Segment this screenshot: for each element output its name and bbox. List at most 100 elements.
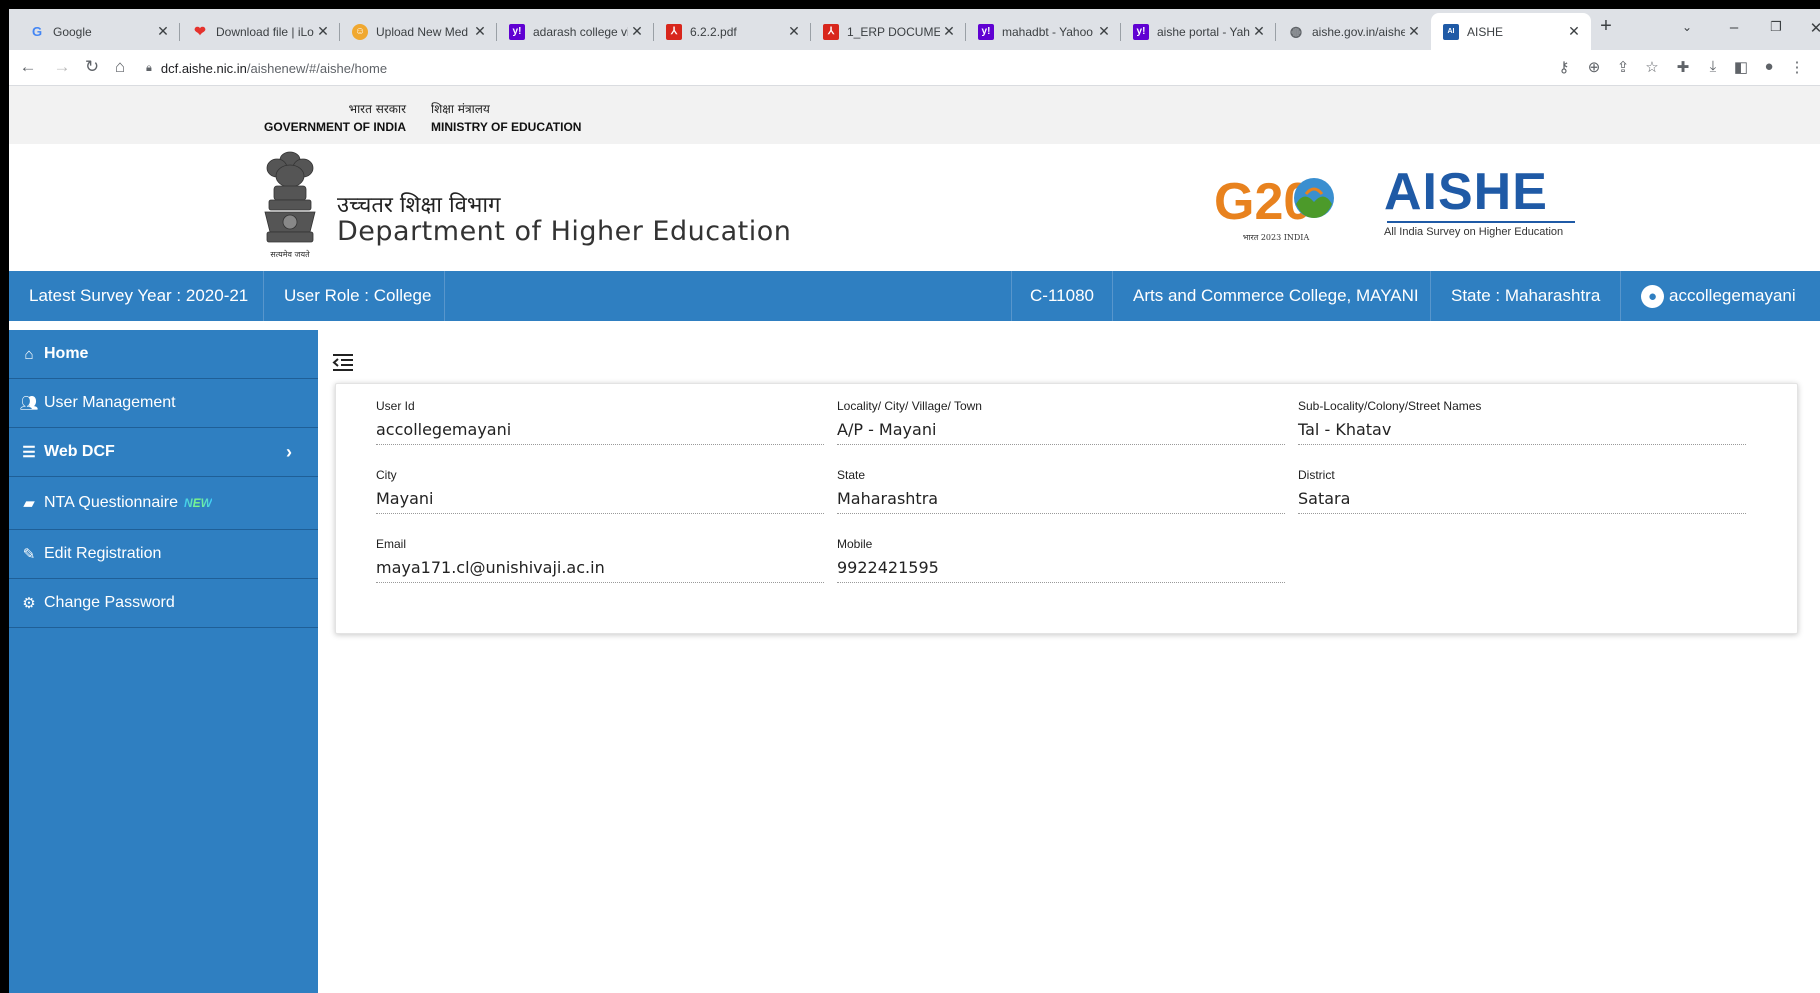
aishe-logo-subtitle: All India Survey on Higher Education bbox=[1384, 226, 1564, 238]
ministry-hindi: शिक्षा मंत्रालय bbox=[431, 102, 490, 116]
close-icon[interactable]: ✕ bbox=[940, 23, 958, 40]
profile-icon[interactable]: ● bbox=[1759, 58, 1779, 75]
close-icon[interactable]: ✕ bbox=[1250, 23, 1268, 40]
close-icon[interactable]: ✕ bbox=[314, 23, 332, 40]
comment-icon: ▰ bbox=[23, 495, 35, 512]
close-window-button[interactable]: ✕ bbox=[1806, 19, 1820, 37]
sidebar: ⌂ Home 👥︎ User Management ☰ Web DCF › ▰ … bbox=[9, 330, 318, 993]
close-icon[interactable]: ✕ bbox=[1565, 23, 1583, 40]
field-value: accollegemayani bbox=[376, 420, 824, 445]
field-email: Email maya171.cl@unishivaji.ac.in bbox=[376, 537, 824, 583]
close-icon[interactable]: ✕ bbox=[471, 23, 489, 40]
state-label: State : Maharashtra bbox=[1431, 271, 1621, 321]
field-user-id: User Id accollegemayani bbox=[376, 399, 824, 445]
field-district: District Satara bbox=[1298, 468, 1746, 514]
field-label: User Id bbox=[376, 399, 415, 413]
department-english: Department of Higher Education bbox=[337, 216, 792, 247]
sidepanel-icon[interactable]: ◧ bbox=[1731, 58, 1751, 76]
new-tab-button[interactable]: + bbox=[1596, 15, 1616, 38]
tab-google[interactable]: G Google ✕ bbox=[17, 13, 180, 50]
share-icon[interactable]: ⇪ bbox=[1613, 58, 1633, 76]
field-value: A/P - Mayani bbox=[837, 420, 1285, 445]
field-state: State Maharashtra bbox=[837, 468, 1285, 514]
close-icon[interactable]: ✕ bbox=[1095, 23, 1113, 40]
aishe-logo-underline bbox=[1387, 221, 1575, 223]
g20-logo: G20 भारत 2023 INDIA bbox=[1214, 173, 1334, 242]
sidebar-item-user-management[interactable]: 👥︎ User Management bbox=[9, 379, 318, 428]
cogs-icon: ⚙ bbox=[22, 595, 36, 612]
extensions-icon[interactable]: ✚ bbox=[1673, 58, 1693, 76]
sidebar-item-home[interactable]: ⌂ Home bbox=[9, 330, 318, 379]
close-icon[interactable]: ✕ bbox=[785, 23, 803, 40]
address-bar[interactable]: 🔒︎ dcf.aishe.nic.in/aishenew/#/aishe/hom… bbox=[146, 55, 1546, 81]
user-circle-icon: ● bbox=[1641, 284, 1664, 308]
minimize-button[interactable]: – bbox=[1724, 19, 1744, 36]
yahoo-icon: y! bbox=[978, 23, 994, 40]
info-bar: Latest Survey Year : 2020-21 User Role :… bbox=[9, 271, 1820, 321]
field-city: City Mayani bbox=[376, 468, 824, 514]
tab-upload-media[interactable]: ☺ Upload New Med ✕ bbox=[340, 13, 497, 50]
tab-label: aishe.gov.in/aishe bbox=[1312, 24, 1405, 39]
field-label: Sub-Locality/Colony/Street Names bbox=[1298, 399, 1482, 413]
sidebar-item-edit-registration[interactable]: ✎ Edit Registration bbox=[9, 530, 318, 579]
sidebar-item-nta-questionnaire[interactable]: ▰ NTA Questionnaire NEW bbox=[9, 477, 318, 530]
field-value: maya171.cl@unishivaji.ac.in bbox=[376, 558, 824, 583]
menu-icon[interactable]: ⋮ bbox=[1787, 58, 1807, 76]
wordpress-icon: ☺ bbox=[352, 23, 368, 40]
field-label: Email bbox=[376, 537, 407, 551]
tab-aishe-portal[interactable]: y! aishe portal - Yah ✕ bbox=[1121, 13, 1276, 50]
tab-search-icon[interactable]: ⌄ bbox=[1677, 20, 1697, 34]
field-label: State bbox=[837, 468, 866, 482]
close-icon[interactable]: ✕ bbox=[1405, 23, 1423, 40]
govt-english: GOVERNMENT OF INDIA bbox=[263, 120, 406, 134]
tab-erp-document[interactable]: ⅄ 1_ERP DOCUMEN ✕ bbox=[811, 13, 966, 50]
tab-label: Upload New Med bbox=[376, 24, 469, 39]
zoom-icon[interactable]: ⊕ bbox=[1584, 58, 1604, 76]
sidebar-toggle-icon[interactable] bbox=[331, 351, 355, 375]
sidebar-item-web-dcf[interactable]: ☰ Web DCF › bbox=[9, 428, 318, 477]
aishe-icon: AI bbox=[1443, 23, 1459, 40]
tab-label: mahadbt - Yahoo bbox=[1002, 24, 1093, 39]
sidebar-item-label: Home bbox=[44, 345, 89, 362]
tab-adarash-college[interactable]: y! adarash college vi ✕ bbox=[497, 13, 654, 50]
restore-button[interactable]: ❐ bbox=[1766, 19, 1786, 35]
sidebar-item-change-password[interactable]: ⚙ Change Password bbox=[9, 579, 318, 628]
field-label: Mobile bbox=[837, 537, 873, 551]
tab-622-pdf[interactable]: ⅄ 6.2.2.pdf ✕ bbox=[654, 13, 811, 50]
field-value: Mayani bbox=[376, 489, 824, 514]
url-path: /aishenew/#/aishe/home bbox=[246, 60, 388, 76]
tab-aishe-gov[interactable]: ◍ aishe.gov.in/aishe ✕ bbox=[1276, 13, 1431, 50]
user-role: User Role : College bbox=[264, 271, 445, 321]
chevron-right-icon: › bbox=[286, 441, 292, 462]
browser-window: G Google ✕ ❤ Download file | iLo ✕ ☺ Upl… bbox=[9, 9, 1820, 993]
govt-of-india: भारत सरकार GOVERNMENT OF INDIA bbox=[254, 100, 406, 134]
users-icon: 👥︎ bbox=[19, 395, 39, 412]
institution-code: C-11080 bbox=[1011, 271, 1113, 321]
new-badge: NEW bbox=[184, 496, 212, 510]
field-value: Maharashtra bbox=[837, 489, 1285, 514]
forward-icon[interactable]: → bbox=[51, 57, 73, 77]
aishe-logo-text: AISHE bbox=[1384, 163, 1548, 221]
url-host: dcf.aishe.nic.in bbox=[160, 60, 247, 76]
profile-card: User Id accollegemayani Locality/ City/ … bbox=[335, 383, 1798, 634]
download-icon[interactable]: ⤓ bbox=[1703, 58, 1723, 75]
tab-aishe[interactable]: AI AISHE ✕ bbox=[1431, 13, 1591, 50]
ilovepdf-icon: ❤ bbox=[194, 23, 206, 39]
pdf-icon: ⅄ bbox=[823, 23, 839, 40]
tab-mahadbt[interactable]: y! mahadbt - Yahoo ✕ bbox=[966, 13, 1121, 50]
survey-year: Latest Survey Year : 2020-21 bbox=[9, 271, 264, 321]
reload-icon[interactable]: ↻ bbox=[81, 57, 103, 77]
close-icon[interactable]: ✕ bbox=[628, 23, 646, 40]
key-icon[interactable]: ⚷ bbox=[1554, 58, 1574, 76]
tab-label: 6.2.2.pdf bbox=[690, 24, 737, 39]
username-label: accollegemayani bbox=[1669, 286, 1796, 305]
user-account-menu[interactable]: ● accollegemayani bbox=[1621, 271, 1820, 321]
home-nav-icon[interactable]: ⌂ bbox=[109, 57, 131, 77]
close-icon[interactable]: ✕ bbox=[154, 23, 172, 40]
field-value: Satara bbox=[1298, 489, 1746, 514]
tab-download-file[interactable]: ❤ Download file | iLo ✕ bbox=[180, 13, 340, 50]
tab-label: adarash college vi bbox=[533, 24, 628, 39]
back-icon[interactable]: ← bbox=[17, 57, 39, 77]
tab-label: AISHE bbox=[1467, 24, 1504, 39]
bookmark-star-icon[interactable]: ☆ bbox=[1642, 58, 1662, 76]
